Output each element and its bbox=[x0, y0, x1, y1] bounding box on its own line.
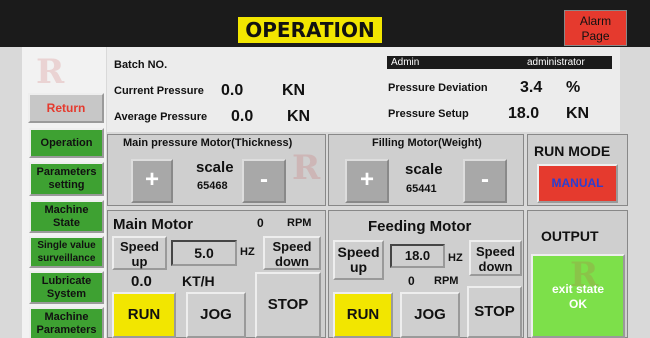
average-pressure-unit: KN bbox=[287, 108, 311, 125]
pressure-deviation-value: 3.4 bbox=[520, 79, 543, 96]
nav-parameters-setting-button[interactable]: Parameters setting bbox=[29, 162, 104, 196]
watermark-logo: R bbox=[36, 52, 65, 92]
output-title: OUTPUT bbox=[541, 228, 599, 244]
filling-motor-title: Filling Motor(Weight) bbox=[372, 137, 482, 149]
pressure-deviation-label: Pressure Deviation bbox=[388, 82, 488, 94]
main-motor-rate-unit: KT/H bbox=[182, 273, 215, 289]
user-name: administrator bbox=[527, 57, 585, 68]
main-motor-speed-up-button[interactable]: Speed up bbox=[112, 236, 167, 270]
run-mode-title: RUN MODE bbox=[534, 143, 611, 159]
feeding-motor-title: Feeding Motor bbox=[368, 218, 472, 235]
speed-up-label-2: up bbox=[349, 259, 368, 275]
plus-icon: + bbox=[359, 166, 374, 193]
current-pressure-unit: KN bbox=[282, 82, 306, 99]
speed-up-label-2: up bbox=[131, 254, 148, 269]
page-title: OPERATION bbox=[238, 17, 382, 43]
main-motor-speed-down-button[interactable]: Speed down bbox=[263, 236, 321, 270]
feeding-motor-run-button[interactable]: RUN bbox=[333, 292, 393, 338]
nav-label: Single value bbox=[37, 240, 96, 251]
nav-label-2: System bbox=[46, 287, 87, 300]
feeding-motor-stop-button[interactable]: STOP bbox=[467, 286, 522, 338]
thickness-scale-label: scale bbox=[196, 159, 234, 176]
nav-label-2: setting bbox=[48, 179, 85, 191]
weight-minus-button[interactable]: - bbox=[463, 159, 507, 203]
nav-lubricate-system-button[interactable]: Lubricate System bbox=[29, 271, 104, 304]
minus-icon: - bbox=[260, 166, 268, 193]
weight-scale-value: 65441 bbox=[406, 183, 437, 195]
pressure-setup-value: 18.0 bbox=[508, 105, 540, 122]
feeding-motor-speed-down-button[interactable]: Speed down bbox=[469, 240, 522, 276]
weight-scale-label: scale bbox=[405, 161, 443, 178]
feeding-motor-jog-button[interactable]: JOG bbox=[400, 292, 460, 338]
main-motor-stop-button[interactable]: STOP bbox=[255, 272, 321, 338]
alarm-page-button[interactable]: Alarm Page bbox=[564, 10, 627, 46]
feeding-motor-speed-up-button[interactable]: Speed up bbox=[333, 240, 384, 280]
nav-machine-state-button[interactable]: Machine State bbox=[29, 200, 104, 233]
speed-down-label-2: down bbox=[478, 259, 513, 274]
thickness-minus-button[interactable]: - bbox=[242, 159, 286, 203]
thickness-plus-button[interactable]: + bbox=[131, 159, 173, 203]
nav-label-2: State bbox=[53, 216, 80, 229]
main-motor-speed-unit: HZ bbox=[240, 246, 255, 258]
main-motor-run-button[interactable]: RUN bbox=[112, 292, 176, 338]
current-pressure-value: 0.0 bbox=[221, 82, 244, 99]
return-button[interactable]: Return bbox=[28, 93, 104, 123]
nav-label-2: Parameters bbox=[36, 324, 97, 336]
speed-up-label: Speed bbox=[337, 244, 380, 260]
feeding-motor-speed-field[interactable]: 18.0 bbox=[390, 244, 445, 268]
alarm-button-label: Alarm bbox=[579, 14, 612, 28]
main-motor-speed-field[interactable]: 5.0 bbox=[171, 240, 237, 266]
main-motor-title: Main Motor bbox=[113, 216, 193, 233]
average-pressure-label: Average Pressure bbox=[114, 111, 208, 123]
batch-label: Batch NO. bbox=[114, 59, 168, 71]
feeding-motor-rpm-value: 0 bbox=[408, 274, 415, 288]
nav-machine-parameters-button[interactable]: Machine Parameters bbox=[29, 307, 104, 338]
main-motor-rpm-value: 0 bbox=[257, 216, 264, 230]
pressure-deviation-unit: % bbox=[566, 79, 581, 96]
manual-mode-button[interactable]: MANUAL bbox=[537, 164, 618, 203]
user-status-bar: Admin administrator bbox=[387, 56, 612, 69]
nav-label: Operation bbox=[40, 136, 93, 149]
main-motor-jog-button[interactable]: JOG bbox=[186, 292, 246, 338]
alarm-button-label-2: Page bbox=[581, 29, 610, 43]
speed-down-label: Speed bbox=[272, 239, 312, 254]
main-motor-rate-value: 0.0 bbox=[131, 273, 152, 290]
nav-label: Machine bbox=[44, 311, 89, 323]
nav-label: Parameters bbox=[36, 166, 97, 178]
feeding-motor-speed-unit: HZ bbox=[448, 252, 463, 264]
watermark-logo: R bbox=[292, 148, 321, 188]
hmi-screen: OPERATION Alarm Page Return Operation Pa… bbox=[0, 0, 650, 338]
speed-down-label-2: down bbox=[275, 254, 309, 269]
user-role: Admin bbox=[391, 57, 420, 68]
current-pressure-label: Current Pressure bbox=[114, 85, 204, 97]
watermark-logo: R bbox=[570, 255, 599, 295]
nav-operation-button[interactable]: Operation bbox=[29, 128, 104, 158]
main-motor-rpm-unit: RPM bbox=[287, 217, 312, 229]
weight-plus-button[interactable]: + bbox=[345, 159, 389, 203]
main-pressure-motor-title: Main pressure Motor(Thickness) bbox=[123, 137, 293, 149]
average-pressure-value: 0.0 bbox=[231, 108, 254, 125]
pressure-setup-unit: KN bbox=[566, 105, 590, 122]
feeding-motor-rpm-unit: RPM bbox=[434, 275, 459, 287]
pressure-setup-label: Pressure Setup bbox=[388, 108, 469, 120]
nav-label-2: surveillance bbox=[37, 253, 96, 264]
speed-down-label: Speed bbox=[475, 244, 515, 259]
nav-label: Machine bbox=[44, 203, 89, 216]
plus-icon: + bbox=[144, 166, 159, 193]
exit-state-value: OK bbox=[569, 297, 587, 311]
nav-label: Lubricate bbox=[41, 274, 92, 287]
nav-single-value-surveillance-button[interactable]: Single value surveillance bbox=[29, 236, 104, 268]
minus-icon: - bbox=[481, 166, 489, 193]
speed-up-label: Speed bbox=[119, 239, 159, 254]
thickness-scale-value: 65468 bbox=[197, 180, 228, 192]
